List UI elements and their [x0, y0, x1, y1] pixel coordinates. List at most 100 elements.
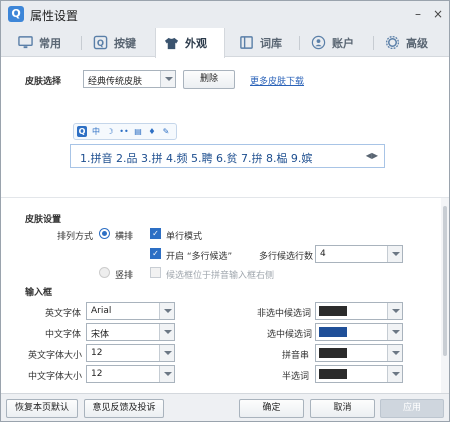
chevron-down-icon	[387, 366, 402, 382]
delete-skin-button[interactable]: 删除	[183, 70, 235, 89]
footer-bar: 恢复本页默认 意见反馈及投诉 确定 取消 应用	[1, 393, 449, 421]
tab-advanced-label: 高级	[406, 36, 428, 50]
close-button[interactable]: ×	[429, 5, 447, 23]
tab-appearance-label: 外观	[185, 37, 207, 50]
vertical-label: 竖排	[115, 271, 134, 281]
en-font-dropdown[interactable]: Arial	[86, 302, 175, 320]
pinyin-color-picker[interactable]	[315, 344, 403, 362]
page-arrows-icon: ◀▶	[365, 151, 378, 160]
en-size-dropdown[interactable]: 12	[86, 344, 175, 362]
preview-status-bar: Q 中 ☽ •• ▤ ♦ ✎	[73, 123, 177, 140]
horizontal-radio[interactable]	[99, 228, 110, 239]
tab-dictionary-label: 词库	[260, 36, 282, 50]
tab-appearance[interactable]: 外观	[155, 28, 225, 58]
cn-size-dropdown[interactable]: 12	[86, 365, 175, 383]
title-bar: Q 属性设置 – ×	[1, 1, 449, 28]
skin-icon: ♦	[148, 127, 156, 136]
skin-settings-title: 皮肤设置	[25, 215, 62, 225]
unselected-color-label: 非选中候选词	[257, 309, 312, 319]
shirt-icon	[164, 37, 179, 49]
vertical-radio[interactable]	[99, 267, 110, 278]
tab-keys[interactable]: Q 按键	[93, 28, 136, 57]
minimize-button[interactable]: –	[409, 5, 427, 23]
chevron-down-icon	[387, 324, 402, 340]
tools-icon: ✎	[162, 127, 170, 136]
cn-font-dropdown[interactable]: 宋体	[86, 323, 175, 341]
section-divider	[1, 197, 449, 198]
color-swatch	[319, 327, 347, 337]
chinese-mode-icon: 中	[92, 127, 100, 136]
tab-common[interactable]: 常用	[18, 28, 61, 57]
en-font-label: 英文字体	[45, 309, 82, 319]
candidate-list: 1.拼音 2.品 3.拼 4.频 5.聘 6.贫 7.拚 8.榀 9.嫔	[80, 152, 313, 165]
punctuation-icon: ••	[119, 127, 129, 136]
en-size-value: 12	[91, 348, 103, 358]
tab-bar: 常用 Q 按键 外观 词库 账户 高级	[1, 28, 449, 58]
restore-defaults-button[interactable]: 恢复本页默认	[6, 399, 78, 418]
book-icon	[240, 36, 253, 49]
multi-rows-label: 多行候选行数	[259, 252, 314, 262]
feedback-button[interactable]: 意见反馈及投诉	[84, 399, 164, 418]
tab-dictionary[interactable]: 词库	[239, 28, 282, 57]
tab-account-label: 账户	[332, 36, 354, 50]
skin-select-label: 皮肤选择	[25, 77, 62, 87]
ok-button[interactable]: 确定	[239, 399, 304, 418]
keyboard-icon: ▤	[134, 127, 142, 136]
more-skins-link[interactable]: 更多皮肤下载	[250, 74, 304, 87]
tab-common-label: 常用	[39, 36, 61, 50]
layout-label: 排列方式	[57, 232, 94, 242]
monitor-icon	[18, 36, 33, 49]
halfwidth-icon: ☽	[106, 127, 114, 136]
chevron-down-icon	[159, 345, 174, 361]
half-selected-color-label: 半选词	[282, 372, 310, 382]
cn-size-value: 12	[91, 369, 103, 379]
color-swatch	[319, 306, 347, 316]
skin-dropdown[interactable]: 经典传统皮肤	[83, 70, 176, 88]
chevron-down-icon	[159, 324, 174, 340]
tab-advanced[interactable]: 高级	[385, 28, 428, 57]
chevron-down-icon	[387, 246, 402, 262]
horizontal-label: 横排	[115, 232, 134, 242]
app-logo-icon: Q	[8, 6, 24, 22]
color-swatch	[319, 348, 347, 358]
input-box-title: 输入框	[25, 288, 53, 298]
apply-button[interactable]: 应用	[380, 399, 444, 418]
half-selected-color-picker[interactable]	[315, 365, 403, 383]
candidate-right-checkbox[interactable]	[150, 267, 161, 278]
chevron-down-icon	[160, 71, 175, 87]
window-title: 属性设置	[30, 9, 79, 23]
single-row-label: 单行模式	[166, 232, 203, 242]
tab-separator	[373, 36, 374, 50]
pinyin-color-label: 拼音串	[282, 351, 310, 361]
cancel-button[interactable]: 取消	[310, 399, 375, 418]
multi-candidate-label: 开启 “多行候选”	[166, 252, 233, 262]
scrollbar-thumb[interactable]	[443, 206, 447, 356]
svg-text:Q: Q	[97, 38, 104, 48]
multi-rows-value: 4	[320, 249, 326, 259]
multi-candidate-checkbox[interactable]: ✓	[150, 248, 161, 259]
candidate-preview: 1.拼音 2.品 3.拼 4.频 5.聘 6.贫 7.拚 8.榀 9.嫔 ◀▶	[70, 144, 385, 168]
key-icon: Q	[93, 35, 108, 50]
gear-icon	[385, 35, 400, 50]
selected-color-picker[interactable]	[315, 323, 403, 341]
tab-keys-label: 按键	[114, 36, 136, 50]
single-row-checkbox[interactable]: ✓	[150, 228, 161, 239]
chevron-down-icon	[159, 303, 174, 319]
cn-font-value: 宋体	[91, 330, 110, 340]
multi-rows-dropdown[interactable]: 4	[315, 245, 403, 263]
sogou-logo-icon: Q	[77, 126, 87, 137]
tab-separator	[299, 36, 300, 50]
chevron-down-icon	[387, 303, 402, 319]
chevron-down-icon	[159, 366, 174, 382]
candidate-right-label: 候选框位于拼音输入框右侧	[166, 271, 275, 281]
cn-size-label: 中文字体大小	[28, 372, 83, 382]
unselected-color-picker[interactable]	[315, 302, 403, 320]
user-icon	[311, 35, 326, 50]
en-size-label: 英文字体大小	[28, 351, 83, 361]
cn-font-label: 中文字体	[45, 330, 82, 340]
en-font-value: Arial	[91, 306, 112, 316]
color-swatch	[319, 369, 347, 379]
tab-account[interactable]: 账户	[311, 28, 354, 57]
tab-separator	[81, 36, 82, 50]
chevron-down-icon	[387, 345, 402, 361]
